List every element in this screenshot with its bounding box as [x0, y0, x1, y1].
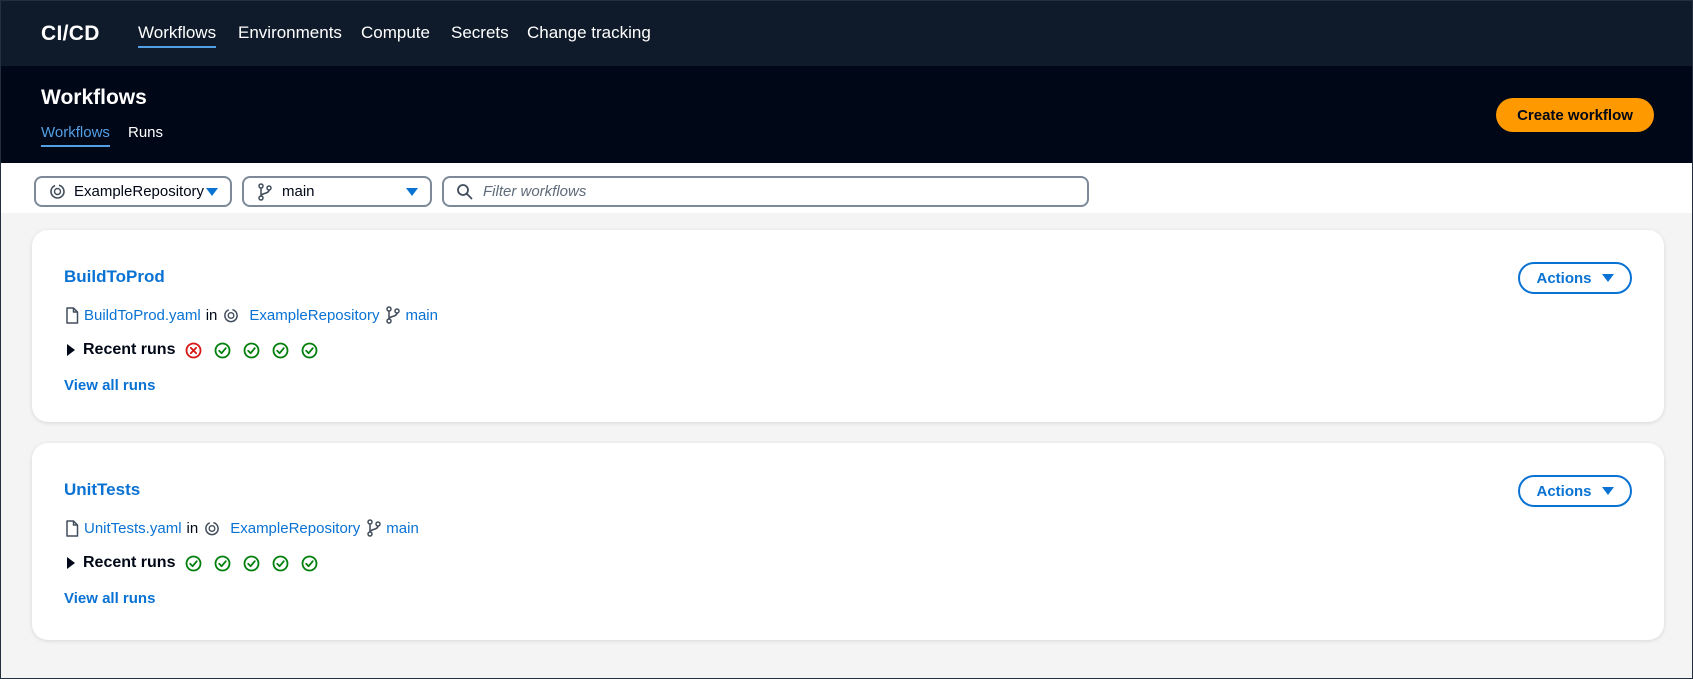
status-success-icon[interactable]	[272, 555, 289, 572]
status-success-icon[interactable]	[272, 342, 289, 359]
branch-link[interactable]: main	[386, 520, 419, 537]
status-success-icon[interactable]	[214, 555, 231, 572]
workflow-card: BuildToProd Actions BuildToProd.yaml in …	[32, 230, 1664, 422]
search-icon	[455, 183, 473, 201]
actions-button[interactable]: Actions	[1518, 475, 1632, 507]
repository-link[interactable]: ExampleRepository	[249, 307, 379, 324]
caret-down-icon	[206, 188, 218, 196]
in-label: in	[186, 519, 199, 537]
filter-workflows-field[interactable]	[442, 176, 1089, 207]
actions-button[interactable]: Actions	[1518, 262, 1632, 294]
tab-runs[interactable]: Runs	[128, 124, 163, 141]
page-header: Workflows Workflows Runs Create workflow	[1, 66, 1692, 163]
recent-runs-section: Recent runs	[64, 340, 330, 360]
recent-runs-label[interactable]: Recent runs	[83, 554, 175, 572]
workflow-file-link[interactable]: UnitTests.yaml	[84, 520, 182, 537]
branch-select-value: main	[282, 183, 315, 200]
filter-workflows-input[interactable]	[481, 182, 1075, 201]
repository-select[interactable]: ExampleRepository	[34, 176, 232, 207]
filter-bar: ExampleRepository main	[1, 163, 1692, 213]
recent-runs-section: Recent runs	[64, 553, 330, 573]
branch-link[interactable]: main	[405, 307, 438, 324]
nav-item-workflows[interactable]: Workflows	[138, 23, 217, 48]
status-success-icon[interactable]	[301, 555, 318, 572]
create-workflow-button[interactable]: Create workflow	[1496, 98, 1654, 132]
caret-down-icon	[1601, 274, 1614, 282]
nav-item-change-tracking[interactable]: Change tracking	[527, 23, 651, 43]
brand-logo[interactable]: CI/CD	[41, 22, 100, 46]
expand-caret-icon[interactable]	[67, 344, 75, 356]
tab-workflows[interactable]: Workflows	[41, 124, 110, 147]
in-label: in	[205, 306, 218, 324]
actions-button-label: Actions	[1536, 269, 1592, 287]
caret-down-icon	[406, 188, 418, 196]
caret-down-icon	[1601, 487, 1614, 495]
repository-icon	[48, 183, 66, 201]
workflow-meta: BuildToProd.yaml in ExampleRepository ma…	[64, 305, 438, 325]
view-all-runs-link[interactable]: View all runs	[64, 590, 155, 607]
workflow-name-link[interactable]: UnitTests	[64, 480, 140, 500]
workflow-meta: UnitTests.yaml in ExampleRepository main	[64, 518, 419, 538]
status-success-icon[interactable]	[301, 342, 318, 359]
workflow-name-link[interactable]: BuildToProd	[64, 267, 165, 287]
status-success-icon[interactable]	[214, 342, 231, 359]
actions-button-label: Actions	[1536, 482, 1592, 500]
branch-icon	[366, 519, 382, 537]
page-title: Workflows	[41, 86, 147, 109]
status-success-icon[interactable]	[243, 342, 260, 359]
workflow-file-link[interactable]: BuildToProd.yaml	[84, 307, 201, 324]
main-content: ExampleRepository main BuildToProd	[1, 163, 1692, 678]
nav-item-environments[interactable]: Environments	[238, 23, 342, 43]
file-icon	[64, 306, 80, 324]
nav-item-secrets[interactable]: Secrets	[451, 23, 509, 43]
workflow-card: UnitTests Actions UnitTests.yaml in Exam…	[32, 443, 1664, 640]
repository-icon	[204, 519, 220, 537]
top-navigation: CI/CD Workflows Environments Compute Sec…	[1, 1, 1692, 66]
status-failed-icon[interactable]	[185, 342, 202, 359]
repository-icon	[223, 306, 239, 324]
repository-link[interactable]: ExampleRepository	[230, 520, 360, 537]
view-all-runs-link[interactable]: View all runs	[64, 377, 155, 394]
status-success-icon[interactable]	[243, 555, 260, 572]
expand-caret-icon[interactable]	[67, 557, 75, 569]
file-icon	[64, 519, 80, 537]
branch-icon	[256, 182, 274, 201]
nav-item-compute[interactable]: Compute	[361, 23, 430, 43]
branch-icon	[385, 306, 401, 324]
recent-runs-label[interactable]: Recent runs	[83, 341, 175, 359]
app-frame: CI/CD Workflows Environments Compute Sec…	[0, 0, 1693, 679]
repository-select-value: ExampleRepository	[74, 183, 205, 200]
branch-select[interactable]: main	[242, 176, 432, 207]
status-success-icon[interactable]	[185, 555, 202, 572]
